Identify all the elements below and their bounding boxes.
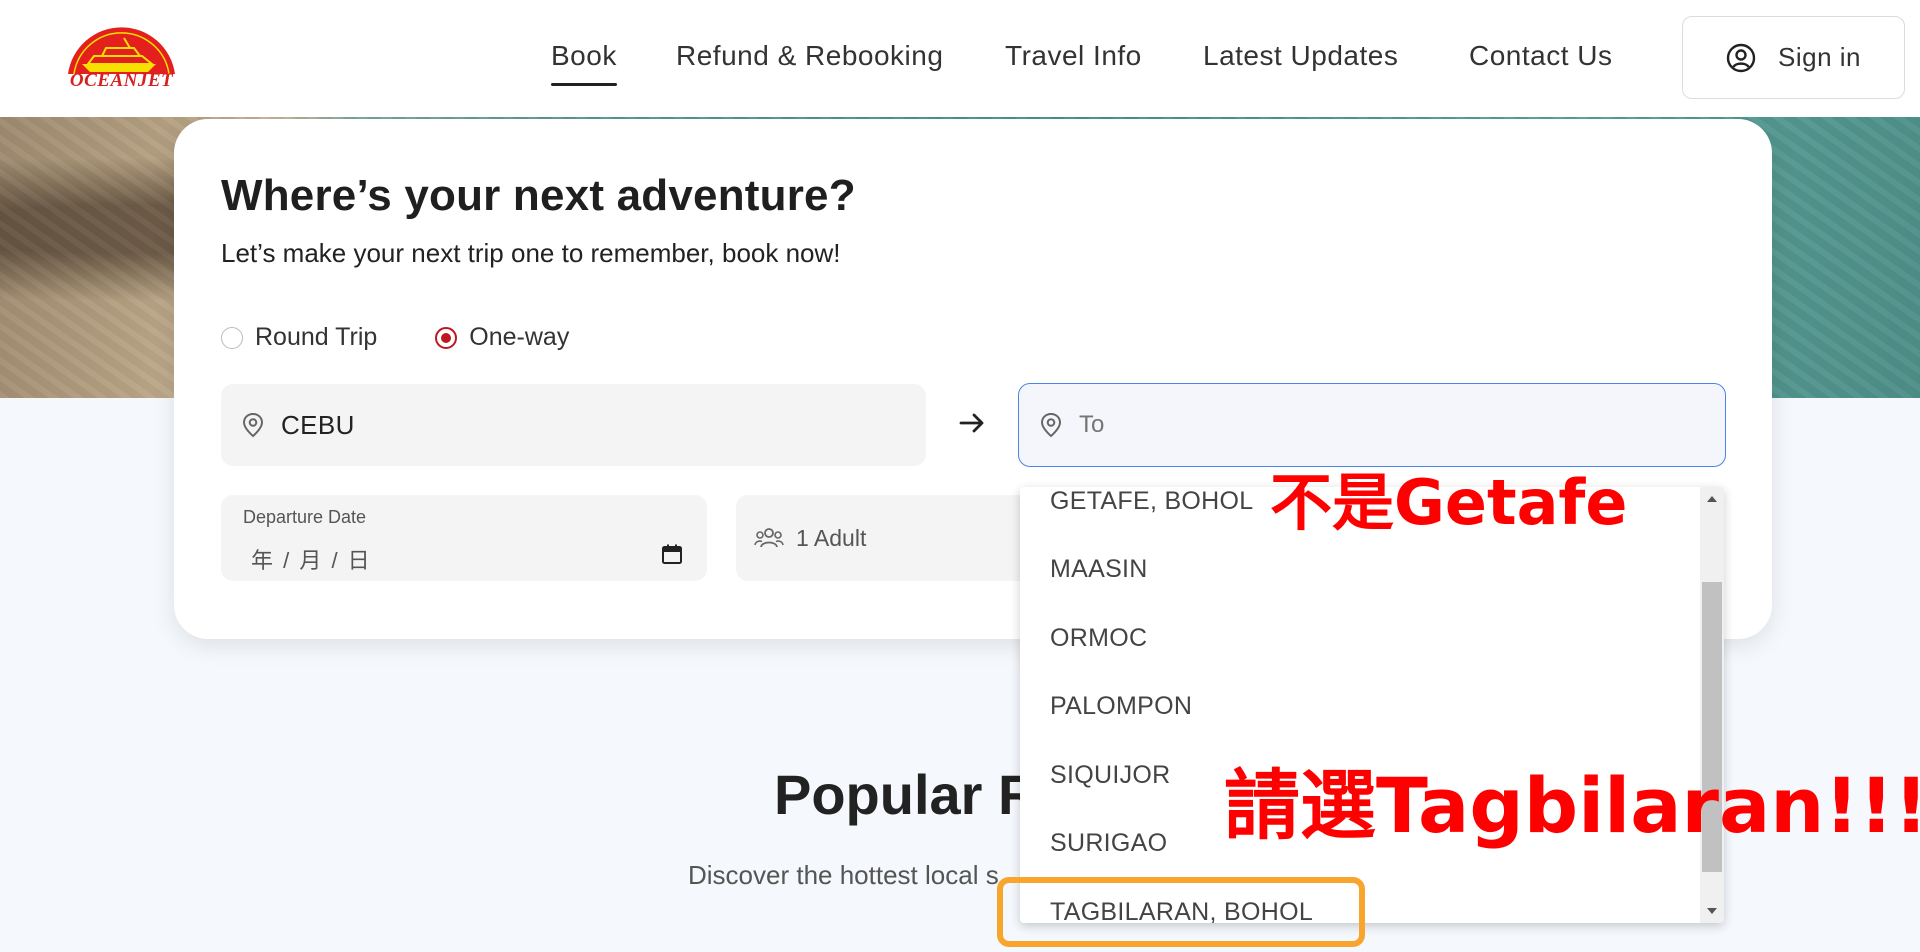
- booking-subtitle: Let’s make your next trip one to remembe…: [221, 238, 841, 268]
- annotation-not-getafe: 不是Getafe: [1270, 466, 1628, 539]
- sign-in-label: Sign in: [1778, 42, 1861, 72]
- scroll-down-icon[interactable]: [1707, 908, 1717, 914]
- oceanjet-logo[interactable]: OCEANJET: [64, 20, 179, 96]
- nav-contact-us[interactable]: Contact Us: [1469, 40, 1613, 72]
- dropdown-option[interactable]: SURIGAO: [1050, 829, 1167, 858]
- nav-refund-rebooking[interactable]: Refund & Rebooking: [676, 40, 943, 72]
- one-way-radio[interactable]: One-way: [435, 323, 569, 352]
- highlight-box: [997, 877, 1365, 947]
- scroll-up-icon[interactable]: [1707, 496, 1717, 502]
- dropdown-option[interactable]: GETAFE, BOHOL: [1050, 487, 1253, 516]
- location-pin-icon: [1040, 412, 1062, 438]
- radio-unchecked-icon: [221, 326, 243, 349]
- sign-in-button[interactable]: Sign in: [1682, 16, 1905, 99]
- one-way-label: One-way: [469, 323, 570, 351]
- departure-date-label: Departure Date: [243, 507, 367, 527]
- from-value: CEBU: [281, 409, 355, 440]
- arrow-right-icon: [959, 413, 984, 433]
- user-icon: [1726, 43, 1756, 72]
- passengers-value: 1 Adult: [796, 524, 867, 551]
- people-icon: [754, 528, 784, 548]
- popular-routes-title: Popular R: [774, 763, 1039, 826]
- dropdown-option[interactable]: ORMOC: [1050, 624, 1147, 653]
- calendar-icon[interactable]: [661, 543, 683, 565]
- booking-title: Where’s your next adventure?: [221, 171, 856, 220]
- nav-travel-info[interactable]: Travel Info: [1005, 40, 1142, 72]
- radio-checked-icon: [435, 326, 458, 349]
- nav-latest-updates[interactable]: Latest Updates: [1203, 40, 1398, 72]
- location-pin-icon: [242, 412, 264, 438]
- annotation-choose-tagbilaran: 請選Tagbilaran!!!: [1224, 761, 1920, 850]
- dropdown-option[interactable]: MAASIN: [1050, 555, 1148, 584]
- round-trip-radio[interactable]: Round Trip: [221, 323, 377, 352]
- departure-date-field[interactable]: Departure Date 年 / 月 / 日: [221, 495, 707, 581]
- top-header: OCEANJET Book Refund & Rebooking Travel …: [0, 0, 1920, 117]
- nav-book[interactable]: Book: [551, 40, 617, 86]
- dropdown-option[interactable]: SIQUIJOR: [1050, 761, 1170, 790]
- departure-date-value: 年 / 月 / 日: [251, 548, 372, 573]
- round-trip-label: Round Trip: [255, 323, 378, 351]
- popular-routes-subtitle: Discover the hottest local s: [688, 860, 999, 890]
- trip-type-group: Round Trip One-way: [221, 323, 569, 352]
- dropdown-option[interactable]: PALOMPON: [1050, 692, 1192, 721]
- dropdown-scrollbar[interactable]: [1700, 487, 1724, 923]
- to-input[interactable]: [1079, 411, 1679, 439]
- from-field[interactable]: CEBU: [221, 384, 926, 466]
- destination-dropdown[interactable]: GETAFE, BOHOL MAASIN ORMOC PALOMPON SIQU…: [1020, 487, 1724, 923]
- passengers-field[interactable]: 1 Adult: [736, 495, 1036, 581]
- logo-text: OCEANJET: [69, 70, 174, 91]
